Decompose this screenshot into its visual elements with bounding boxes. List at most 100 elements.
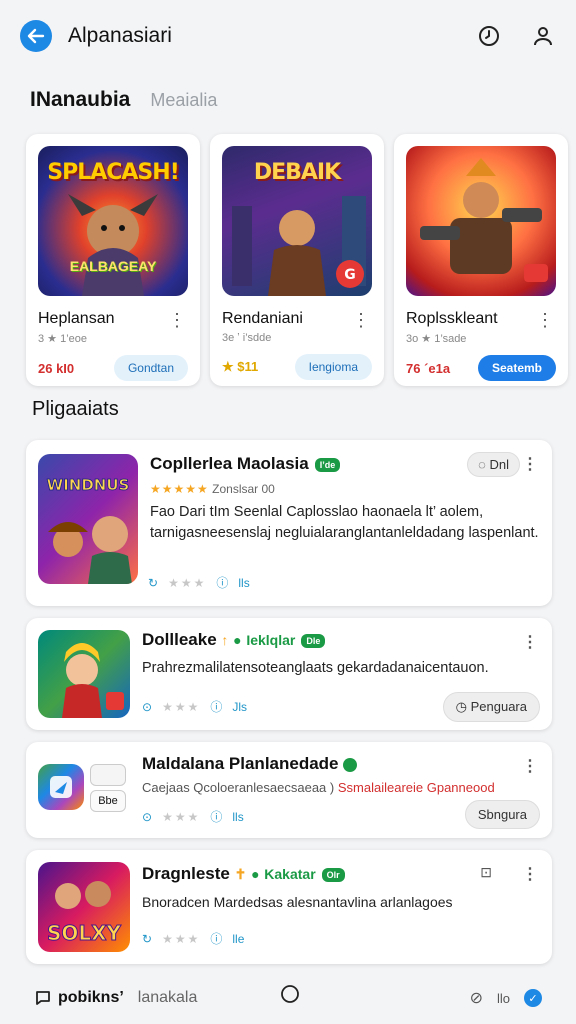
action-chip[interactable]: Sbngura bbox=[464, 800, 540, 829]
mini-icon bbox=[90, 764, 126, 786]
bottom-bar: pobikns’ lanakala ⊘ llo ✓ bbox=[0, 972, 576, 1024]
tab-secondary[interactable]: Meaialia bbox=[150, 90, 217, 111]
more-options-icon[interactable]: ⋮ bbox=[536, 310, 554, 331]
game-name: Heplansan bbox=[38, 310, 115, 327]
check-icon[interactable]: ✓ bbox=[524, 989, 542, 1007]
hero-girl-art-icon bbox=[62, 643, 124, 718]
game-description: Bnoradcen Mardedsas alesnantavlina arlan… bbox=[142, 894, 453, 910]
game-logo-text: WINDNUS bbox=[47, 476, 130, 494]
verified-icon: ● bbox=[233, 632, 242, 648]
tab-primary[interactable]: INanaubia bbox=[30, 88, 130, 112]
footer-label: lls bbox=[232, 809, 244, 824]
action-chip-label: Sbngura bbox=[477, 807, 527, 822]
more-options-icon[interactable]: ⋮ bbox=[168, 310, 186, 331]
info-icon[interactable]: ⓘ bbox=[210, 930, 222, 947]
game-tag: Ieklqlar bbox=[246, 632, 296, 648]
game-description: Caejaas Qcoloeranlesaecsaeaa ) Ssmalaile… bbox=[142, 780, 495, 795]
info-icon[interactable]: ⓘ bbox=[210, 808, 222, 825]
get-button[interactable]: Seatemb bbox=[477, 355, 556, 381]
game-price: 76 ´e1a bbox=[406, 360, 451, 376]
history-button[interactable] bbox=[476, 23, 502, 49]
game-thumbnail bbox=[38, 630, 130, 718]
clock-icon bbox=[479, 26, 499, 46]
game-name: Dragnleste ✝ ● Kakatar Olr bbox=[142, 864, 345, 884]
footer-label: Jls bbox=[232, 699, 248, 714]
more-options-icon[interactable]: ⋮ bbox=[522, 756, 538, 776]
rating-text: Zonslsar 00 bbox=[212, 482, 275, 496]
get-button[interactable]: Iengioma bbox=[294, 354, 372, 380]
game-logo-subtext: EALBAGEAY bbox=[69, 258, 157, 274]
bottom-nav-left[interactable]: pobikns’ lanakala bbox=[34, 989, 197, 1007]
fire-icon: ✝ bbox=[234, 866, 247, 882]
chat-chip[interactable]: ◌ Dnl bbox=[467, 452, 520, 477]
star-rating-icon: ★★★ bbox=[168, 575, 207, 590]
game-name: Roplsskleant bbox=[406, 310, 498, 327]
game-meta: 3e ʼ i’sdde bbox=[222, 332, 272, 344]
game-name: Copllerlea Maolasia I’de bbox=[150, 454, 341, 474]
refresh-icon[interactable]: ⊙ bbox=[142, 810, 152, 824]
action-chip[interactable]: ◷ Penguara bbox=[442, 692, 540, 722]
info-icon[interactable]: ⓘ bbox=[216, 574, 228, 591]
chat-bubble-icon bbox=[36, 991, 50, 1005]
user-icon bbox=[534, 27, 552, 46]
app-icon bbox=[38, 764, 84, 810]
status-badge: Dle bbox=[301, 633, 326, 648]
footer-label: lle bbox=[232, 931, 245, 946]
featured-card[interactable]: G DEBAIK Rendaniani 3e ʼ i’sdde ⋮ ★ $11 … bbox=[210, 134, 384, 386]
game-name-text: Dollleake bbox=[142, 630, 217, 649]
star-rating-icon: ★★★ bbox=[162, 699, 201, 714]
profile-button[interactable] bbox=[530, 23, 556, 49]
edit-icon[interactable]: ⊘ bbox=[470, 988, 483, 1008]
bottom-label-secondary: lanakala bbox=[137, 989, 198, 1006]
list-item[interactable]: Bbe Maldalana Planlanedade ⋮ Caejaas Qco… bbox=[26, 742, 552, 838]
clock-icon: ◷ bbox=[455, 699, 467, 714]
game-meta: 3 ★ 1’eoe bbox=[38, 333, 88, 345]
verified-icon bbox=[343, 757, 358, 772]
description-main: Caejaas Qcoloeranlesaecsaeaa ) bbox=[142, 780, 335, 795]
more-options-icon[interactable]: ⋮ bbox=[522, 454, 538, 474]
info-icon[interactable]: ⓘ bbox=[210, 698, 222, 715]
game-meta: 3o ★ 1’sade bbox=[406, 333, 467, 345]
refresh-icon[interactable]: ⊙ bbox=[142, 700, 152, 714]
game-logo-text: SPLACASH! bbox=[47, 160, 179, 185]
game-name: Dollleake ↑ ● Ieklqlar Dle bbox=[142, 630, 326, 650]
bottom-nav-right: ⊘ llo ✓ bbox=[470, 988, 542, 1008]
footer-label: lls bbox=[238, 575, 250, 590]
home-button[interactable] bbox=[280, 984, 300, 1009]
card-footer: ↻ ★★★ ⓘ lle bbox=[142, 930, 244, 947]
chat-app-icon bbox=[50, 776, 72, 798]
more-options-icon[interactable]: ⋮ bbox=[352, 310, 370, 331]
list-item[interactable]: Dollleake ↑ ● Ieklqlar Dle ⋮ Prahrezmalil… bbox=[26, 618, 552, 730]
game-price: ★ $11 bbox=[222, 359, 259, 374]
chat-icon: ◌ bbox=[478, 457, 486, 472]
game-thumbnail: SOLXY bbox=[38, 862, 130, 952]
refresh-icon[interactable]: ↻ bbox=[148, 576, 158, 590]
game-tag: Kakatar bbox=[264, 866, 316, 882]
game-thumbnail bbox=[406, 146, 556, 296]
chat-chip-label: Dnl bbox=[489, 457, 509, 472]
featured-card[interactable]: Roplsskleant 3o ★ 1’sade ⋮ 76 ´e1a Seate… bbox=[394, 134, 568, 386]
characters-art-icon: WINDNUS bbox=[46, 476, 132, 584]
star-rating-icon: ★★★ bbox=[162, 931, 201, 946]
squad-art-icon: SOLXY bbox=[46, 881, 122, 946]
more-options-icon[interactable]: ⋮ bbox=[522, 632, 538, 652]
list-item[interactable]: SOLXY Dragnleste ✝ ● Kakatar Olr ⊡ ⋮ Bnor… bbox=[26, 850, 552, 964]
bookmark-icon[interactable]: ⊡ bbox=[480, 864, 492, 881]
refresh-icon[interactable]: ↻ bbox=[142, 932, 152, 946]
more-options-icon[interactable]: ⋮ bbox=[522, 864, 538, 884]
gunner-art-icon bbox=[420, 158, 548, 282]
game-thumbnail: G DEBAIK bbox=[222, 146, 372, 296]
list-item[interactable]: WINDNUS Copllerlea Maolasia I’de ◌ Dnl ⋮ … bbox=[26, 440, 552, 606]
status-badge: Olr bbox=[321, 867, 345, 882]
mini-tag: Bbe bbox=[90, 790, 126, 812]
page-title: Alpanasiari bbox=[68, 24, 172, 47]
top-app-bar: Alpanasiari bbox=[0, 0, 576, 72]
game-thumbnail: SPLACASH! EALBAGEAY bbox=[38, 146, 188, 296]
star-rating-icon: ★★★★★ bbox=[150, 482, 209, 496]
game-thumbnail: WINDNUS bbox=[38, 454, 138, 584]
get-button[interactable]: Gondtan bbox=[113, 355, 188, 381]
game-logo-text: SOLXY bbox=[47, 921, 122, 945]
card-footer: ↻ ★★★ ⓘ lls bbox=[148, 574, 250, 591]
back-button[interactable] bbox=[20, 20, 52, 52]
featured-card[interactable]: SPLACASH! EALBAGEAY Heplansan 3 ★ 1’eoe … bbox=[26, 134, 200, 386]
